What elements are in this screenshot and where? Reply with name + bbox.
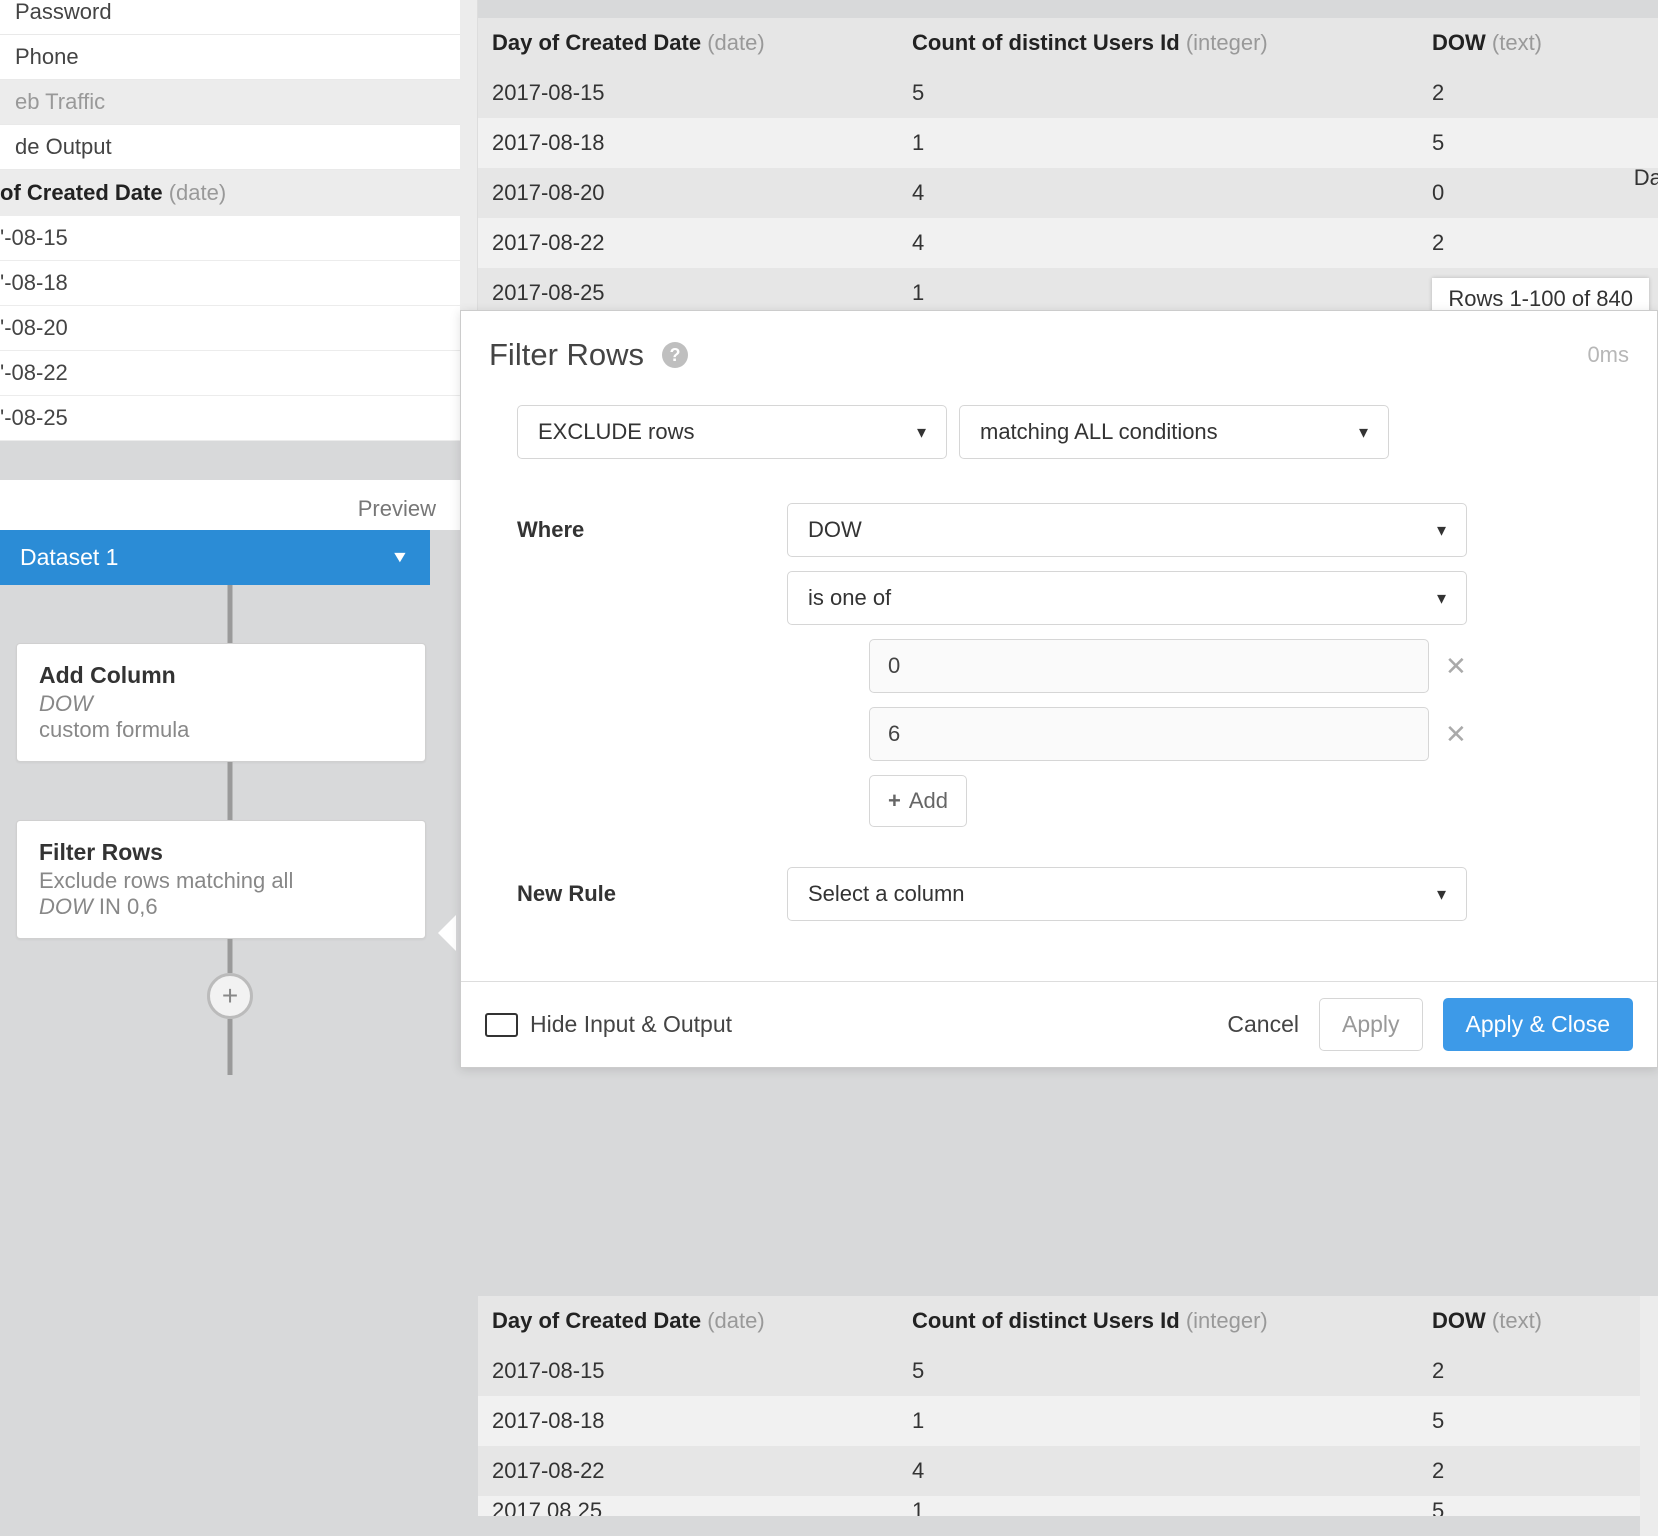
- cancel-button[interactable]: Cancel: [1227, 1011, 1299, 1038]
- schema-item[interactable]: de Output: [0, 125, 460, 170]
- remove-value-button[interactable]: ✕: [1445, 651, 1467, 682]
- data-cell: '-08-20: [0, 306, 460, 351]
- data-cell: 2: [1418, 218, 1618, 268]
- pipeline-canvas: Dataset 1 ▼ Add Column DOW custom formul…: [0, 530, 460, 1075]
- dataset-title: Dataset 1: [20, 544, 118, 571]
- column-header[interactable]: Count of distinct Users Id (integer): [898, 18, 1418, 68]
- data-cell: 4: [898, 218, 1418, 268]
- node-subtitle: DOW IN 0,6: [39, 894, 403, 920]
- data-cell: '-08-22: [0, 351, 460, 396]
- table-row: 2017-08-22 4 2: [478, 1446, 1640, 1496]
- pipeline-node-filter-rows[interactable]: Filter Rows Exclude rows matching all DO…: [16, 820, 426, 939]
- data-cell: '-08-25: [0, 396, 460, 441]
- table-row: 2017 08 25 1 5: [478, 1496, 1640, 1516]
- node-subtitle: Exclude rows matching all: [39, 868, 403, 894]
- table-row: 2017-08-15 5 2: [478, 68, 1658, 118]
- data-cell: '-08-15: [0, 216, 460, 261]
- filter-value-input[interactable]: 6: [869, 707, 1429, 761]
- data-cell: 5: [1418, 1496, 1618, 1516]
- chevron-down-icon: ▾: [917, 422, 926, 443]
- chevron-down-icon: ▾: [1359, 422, 1368, 443]
- data-cell: 5: [898, 68, 1418, 118]
- data-cell: 2: [1418, 1346, 1618, 1396]
- column-header: of Created Date (date): [0, 170, 460, 216]
- add-value-button[interactable]: + Add: [869, 775, 967, 827]
- data-cell: 2017-08-15: [478, 68, 898, 118]
- data-cell: 2: [1418, 68, 1618, 118]
- output-table: Day of Created Date (date) Count of dist…: [478, 1296, 1640, 1516]
- where-label: Where: [517, 503, 787, 543]
- data-cell: 2017 08 25: [478, 1496, 898, 1516]
- chevron-down-icon: ▾: [1437, 588, 1446, 609]
- left-schema-panel: Password Phone eb Traffic de Output of C…: [0, 0, 460, 441]
- help-icon[interactable]: ?: [662, 342, 688, 368]
- schema-item[interactable]: Phone: [0, 35, 460, 80]
- match-conditions-select[interactable]: matching ALL conditions ▾: [959, 405, 1389, 459]
- hide-input-output-toggle[interactable]: Hide Input & Output: [485, 1011, 732, 1038]
- data-cell: 0: [1418, 168, 1618, 218]
- active-node-pointer-icon: [438, 915, 456, 951]
- filter-mode-select[interactable]: EXCLUDE rows ▾: [517, 405, 947, 459]
- data-cell: 4: [898, 168, 1418, 218]
- add-step-button[interactable]: +: [207, 973, 253, 1019]
- data-cell: 5: [1418, 1396, 1618, 1446]
- where-operator-select[interactable]: is one of ▾: [787, 571, 1467, 625]
- table-row: 2017-08-18 1 5: [478, 1396, 1640, 1446]
- chevron-down-icon: ▾: [1437, 884, 1446, 905]
- node-title: Filter Rows: [39, 839, 403, 866]
- filter-rows-modal: Filter Rows ? 0ms EXCLUDE rows ▾ matchin…: [460, 310, 1658, 1068]
- schema-item[interactable]: Password: [0, 0, 460, 35]
- node-subtitle: custom formula: [39, 717, 403, 743]
- apply-close-button[interactable]: Apply & Close: [1443, 998, 1633, 1051]
- table-row: 2017-08-22 4 2: [478, 218, 1658, 268]
- data-cell: 5: [1418, 118, 1618, 168]
- plus-icon: +: [888, 788, 901, 814]
- column-header[interactable]: DOW (text): [1418, 18, 1618, 68]
- timing-label: 0ms: [1587, 342, 1629, 368]
- data-cell: 5: [898, 1346, 1418, 1396]
- data-cell: 2017-08-22: [478, 1446, 898, 1496]
- data-cell: 2017-08-15: [478, 1346, 898, 1396]
- data-cell: 2017-08-18: [478, 1396, 898, 1446]
- filter-value-input[interactable]: 0: [869, 639, 1429, 693]
- data-cell: 1: [898, 1496, 1418, 1516]
- table-icon: [485, 1013, 518, 1037]
- chevron-down-icon: ▾: [1437, 520, 1446, 541]
- column-header[interactable]: Day of Created Date (date): [478, 1296, 898, 1346]
- node-title: Add Column: [39, 662, 403, 689]
- data-cell: 2017-08-18: [478, 118, 898, 168]
- data-cell: 1: [898, 1396, 1418, 1446]
- where-column-select[interactable]: DOW ▾: [787, 503, 1467, 557]
- data-cell: 2017-08-22: [478, 218, 898, 268]
- column-header[interactable]: Count of distinct Users Id (integer): [898, 1296, 1418, 1346]
- scrollbar-track[interactable]: [1640, 1296, 1658, 1536]
- truncated-text: Dat: [1634, 165, 1658, 191]
- modal-title: Filter Rows ?: [489, 337, 688, 373]
- remove-value-button[interactable]: ✕: [1445, 719, 1467, 750]
- schema-item[interactable]: eb Traffic: [0, 80, 460, 125]
- column-header[interactable]: Day of Created Date (date): [478, 18, 898, 68]
- data-cell: 2017-08-20: [478, 168, 898, 218]
- input-table: Day of Created Date (date) Count of dist…: [478, 18, 1658, 318]
- node-subtitle: DOW: [39, 691, 403, 717]
- new-rule-label: New Rule: [517, 867, 787, 907]
- table-row: 2017-08-15 5 2: [478, 1346, 1640, 1396]
- apply-button[interactable]: Apply: [1319, 998, 1423, 1051]
- data-cell: 4: [898, 1446, 1418, 1496]
- scrollbar-track[interactable]: [460, 0, 478, 318]
- data-cell: '-08-18: [0, 261, 460, 306]
- table-row: 2017-08-20 4 0: [478, 168, 1658, 218]
- dataset-header[interactable]: Dataset 1 ▼: [0, 530, 430, 585]
- pipeline-node-add-column[interactable]: Add Column DOW custom formula: [16, 643, 426, 762]
- chevron-down-icon: ▼: [391, 549, 410, 567]
- data-cell: 2: [1418, 1446, 1618, 1496]
- data-cell: 1: [898, 118, 1418, 168]
- table-row: 2017-08-18 1 5: [478, 118, 1658, 168]
- new-rule-column-select[interactable]: Select a column ▾: [787, 867, 1467, 921]
- column-header[interactable]: DOW (text): [1418, 1296, 1618, 1346]
